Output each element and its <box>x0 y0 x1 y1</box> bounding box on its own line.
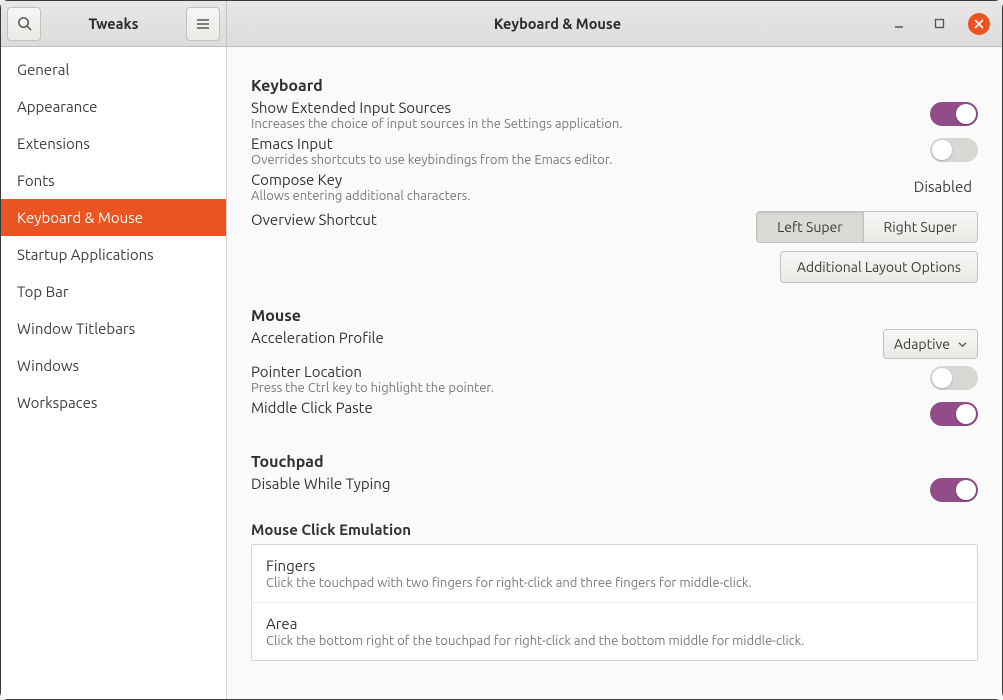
sidebar-item-window-titlebars[interactable]: Window Titlebars <box>1 310 226 347</box>
search-button[interactable] <box>7 7 41 41</box>
titlebar-left: Tweaks <box>1 1 227 47</box>
mouse-click-emulation-title: Mouse Click Emulation <box>251 521 978 538</box>
row-acceleration-profile: Acceleration Profile Adaptive <box>251 327 978 361</box>
main-panel: Keyboard Show Extended Input Sources Inc… <box>227 47 1002 699</box>
sidebar-item-label: Keyboard & Mouse <box>17 209 143 226</box>
sidebar-item-label: Window Titlebars <box>17 320 135 337</box>
window: Tweaks Keyboard & Mouse General Appearan… <box>1 1 1002 699</box>
sidebar-item-workspaces[interactable]: Workspaces <box>1 384 226 421</box>
dropdown-value: Adaptive <box>894 336 950 352</box>
row-disable-while-typing: Disable While Typing <box>251 473 978 507</box>
section-touchpad: Touchpad <box>251 453 978 471</box>
maximize-icon <box>934 18 945 29</box>
search-icon <box>17 16 32 31</box>
minimize-button[interactable] <box>888 13 910 35</box>
row-title: Overview Shortcut <box>251 211 756 228</box>
row-desc: Allows entering additional characters. <box>251 189 908 203</box>
toggle-disable-while-typing[interactable] <box>930 478 978 502</box>
sidebar-item-keyboard-mouse[interactable]: Keyboard & Mouse <box>1 199 226 236</box>
sidebar-item-appearance[interactable]: Appearance <box>1 88 226 125</box>
row-title: Acceleration Profile <box>251 329 883 346</box>
content: General Appearance Extensions Fonts Keyb… <box>1 47 1002 699</box>
row-title: Emacs Input <box>251 135 930 152</box>
row-overview-shortcut: Overview Shortcut Left Super Right Super… <box>251 209 978 285</box>
toggle-emacs-input[interactable] <box>930 138 978 162</box>
emulation-title: Fingers <box>266 557 963 574</box>
maximize-button[interactable] <box>928 13 950 35</box>
sidebar: General Appearance Extensions Fonts Keyb… <box>1 47 227 699</box>
sidebar-item-top-bar[interactable]: Top Bar <box>1 273 226 310</box>
app-title: Tweaks <box>41 15 186 32</box>
row-pointer-location: Pointer Location Press the Ctrl key to h… <box>251 361 978 397</box>
sidebar-item-label: Appearance <box>17 98 97 115</box>
row-title: Disable While Typing <box>251 475 930 492</box>
row-title: Compose Key <box>251 171 908 188</box>
titlebar: Tweaks Keyboard & Mouse <box>1 1 1002 47</box>
right-super-button[interactable]: Right Super <box>863 212 977 242</box>
page-title: Keyboard & Mouse <box>227 15 888 32</box>
emulation-desc: Click the touchpad with two fingers for … <box>266 576 963 590</box>
window-controls <box>888 13 1002 35</box>
compose-key-value[interactable]: Disabled <box>908 174 978 199</box>
section-keyboard: Keyboard <box>251 77 978 95</box>
sidebar-item-label: Top Bar <box>17 283 69 300</box>
hamburger-icon <box>196 17 210 31</box>
row-middle-click-paste: Middle Click Paste <box>251 397 978 431</box>
chevron-down-icon <box>958 340 967 349</box>
row-title: Middle Click Paste <box>251 399 930 416</box>
sidebar-item-general[interactable]: General <box>1 51 226 88</box>
sidebar-item-fonts[interactable]: Fonts <box>1 162 226 199</box>
emulation-title: Area <box>266 615 963 632</box>
minimize-icon <box>893 18 905 30</box>
row-desc: Overrides shortcuts to use keybindings f… <box>251 153 930 167</box>
sidebar-item-label: Workspaces <box>17 394 97 411</box>
acceleration-profile-dropdown[interactable]: Adaptive <box>883 329 978 359</box>
row-compose-key: Compose Key Allows entering additional c… <box>251 169 978 205</box>
sidebar-item-extensions[interactable]: Extensions <box>1 125 226 162</box>
row-extended-sources: Show Extended Input Sources Increases th… <box>251 97 978 133</box>
sidebar-item-label: Extensions <box>17 135 90 152</box>
emulation-option-area[interactable]: Area Click the bottom right of the touch… <box>252 602 977 660</box>
close-button[interactable] <box>968 13 990 35</box>
row-emacs-input: Emacs Input Overrides shortcuts to use k… <box>251 133 978 169</box>
menu-button[interactable] <box>186 7 220 41</box>
sidebar-item-label: Windows <box>17 357 79 374</box>
sidebar-item-label: Fonts <box>17 172 55 189</box>
sidebar-item-label: Startup Applications <box>17 246 154 263</box>
close-icon <box>974 19 984 29</box>
mouse-click-emulation-list: Fingers Click the touchpad with two fing… <box>251 544 978 661</box>
toggle-middle-click-paste[interactable] <box>930 402 978 426</box>
left-super-button[interactable]: Left Super <box>757 212 862 242</box>
row-title: Pointer Location <box>251 363 930 380</box>
toggle-extended-sources[interactable] <box>930 102 978 126</box>
row-desc: Press the Ctrl key to highlight the poin… <box>251 381 930 395</box>
emulation-option-fingers[interactable]: Fingers Click the touchpad with two fing… <box>252 545 977 602</box>
row-title: Show Extended Input Sources <box>251 99 930 116</box>
sidebar-item-label: General <box>17 61 69 78</box>
emulation-desc: Click the bottom right of the touchpad f… <box>266 634 963 648</box>
sidebar-item-startup-applications[interactable]: Startup Applications <box>1 236 226 273</box>
row-desc: Increases the choice of input sources in… <box>251 117 930 131</box>
toggle-pointer-location[interactable] <box>930 366 978 390</box>
overview-shortcut-group: Left Super Right Super <box>756 211 978 243</box>
additional-layout-options-button[interactable]: Additional Layout Options <box>780 251 978 283</box>
sidebar-item-windows[interactable]: Windows <box>1 347 226 384</box>
section-mouse: Mouse <box>251 307 978 325</box>
